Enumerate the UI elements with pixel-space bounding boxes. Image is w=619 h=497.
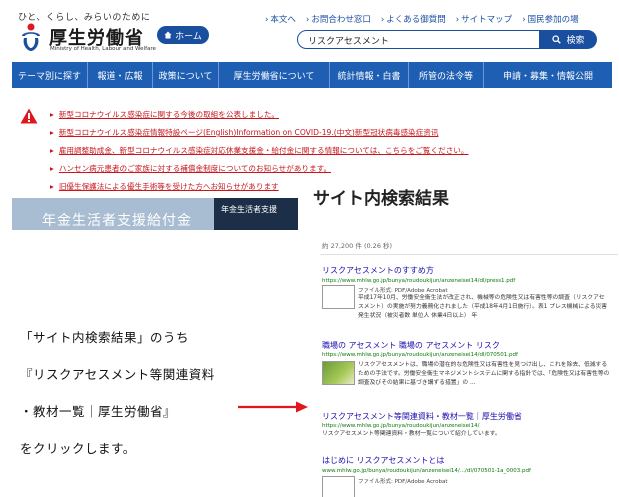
home-button-label: ホーム	[175, 31, 202, 42]
search-icon	[552, 35, 562, 44]
nav-item-laws[interactable]: 所管の法令等	[409, 62, 484, 88]
top-link-contact[interactable]: お問合わせ窓口	[306, 13, 371, 25]
top-link-faq[interactable]: よくある御質問	[381, 13, 446, 25]
nav-item-policy[interactable]: 政策について	[153, 62, 219, 88]
search-input[interactable]: リスクアセスメント	[297, 30, 540, 49]
result-thumbnail-1[interactable]	[322, 285, 355, 309]
nav-item-statistics[interactable]: 統計情報・白書	[330, 62, 409, 88]
pension-banner-side[interactable]: 年金生活者支援	[214, 198, 298, 230]
pension-banner-text: 年金生活者支援給付金	[42, 213, 192, 229]
notice-list: 新型コロナウイルス感染症に関する今後の取組を公表しました。 新型コロナウイルス感…	[50, 106, 469, 196]
result-thumbnail-4[interactable]	[322, 476, 355, 497]
result-filetype-1: ファイル形式: PDF/Adobe Acrobat	[358, 288, 448, 294]
divider	[320, 254, 618, 255]
warning-icon	[20, 108, 38, 124]
pension-banner-side-text: 年金生活者支援	[221, 205, 277, 214]
result-url-3: https://www.mhlw.go.jp/bunya/roudoukijun…	[322, 423, 480, 429]
result-url-4: www.mhlw.go.jp/bunya/roudoukijun/anzenei…	[322, 468, 531, 474]
pension-banner[interactable]: 年金生活者支援給付金	[12, 198, 214, 230]
ministry-logo-subtitle: Ministry of Health, Labour and Welfare	[50, 46, 156, 52]
nav-item-about[interactable]: 厚生労働省について	[219, 62, 330, 88]
result-snippet-3: リスクアセスメント等関連資料・教材一覧について紹介しています。	[322, 431, 501, 437]
result-snippet-2: リスクアセスメントは、職場の潜在的な危険性又は有害性を見つけ出し、これを除去、低…	[358, 362, 610, 386]
result-snippet-1: 平成17年10月、労働安全衛生法が改正され、機械等の危険性又は有害性等の調査（リ…	[358, 295, 608, 319]
search-button[interactable]: 検索	[540, 30, 597, 49]
notice-item-covid-info[interactable]: 新型コロナウイルス感染症情報特設ページ(English)Information …	[50, 124, 469, 142]
results-heading: サイト内検索結果	[313, 189, 449, 209]
ministry-logo-icon[interactable]	[18, 22, 44, 52]
red-arrow-icon	[238, 401, 308, 413]
result-url-2: https://www.mhlw.go.jp/bunya/roudoukijun…	[322, 352, 518, 358]
notice-item-covid-policy[interactable]: 新型コロナウイルス感染症に関する今後の取組を公表しました。	[50, 106, 469, 124]
home-button[interactable]: ホーム	[157, 26, 209, 44]
result-filetype-4: ファイル形式: PDF/Adobe Acrobat	[358, 479, 448, 485]
top-links: 本文へ お問合わせ窓口 よくある御質問 サイトマップ 国民参加の場	[265, 13, 579, 25]
top-link-sitemap[interactable]: サイトマップ	[456, 13, 512, 25]
annotation-line-2: 『リスクアセスメント等関連資料	[20, 367, 215, 382]
nav-item-themes[interactable]: テーマ別に探す	[12, 62, 88, 88]
notice-item-hansen[interactable]: ハンセン病元患者のご家族に対する補償金制度についてのお知らせがあります。	[50, 160, 469, 178]
annotation-line-1: 「サイト内検索結果」のうち	[20, 330, 190, 345]
annotation-line-4: をクリックします。	[20, 441, 136, 456]
result-link-4[interactable]: はじめに リスクアセスメントとは	[322, 455, 444, 466]
top-link-participation[interactable]: 国民参加の場	[522, 13, 579, 25]
home-icon	[164, 31, 172, 39]
annotation-line-3: ・教材一覧｜厚生労働省』	[20, 404, 177, 419]
nav-item-applications[interactable]: 申請・募集・情報公開	[484, 62, 612, 88]
result-link-3[interactable]: リスクアセスメント等関連資料・教材一覧｜厚生労働省	[322, 411, 522, 422]
global-nav: テーマ別に探す 報道・広報 政策について 厚生労働省について 統計情報・白書 所…	[12, 62, 612, 88]
result-link-1[interactable]: リスクアセスメントのすすめ方	[322, 265, 434, 276]
result-link-2[interactable]: 職場の アセスメント 職場の アセスメント リスク	[322, 340, 500, 351]
results-count: 約 27,200 件 (0.26 秒)	[322, 242, 393, 250]
top-link-skip[interactable]: 本文へ	[265, 13, 296, 25]
nav-item-press[interactable]: 報道・広報	[88, 62, 153, 88]
result-thumbnail-2[interactable]	[322, 361, 355, 385]
result-url-1: https://www.mhlw.go.jp/bunya/roudoukijun…	[322, 278, 516, 284]
notice-item-employment-subsidy[interactable]: 雇用調整助成金、新型コロナウイルス感染症対応休業支援金・給付金に関する情報につい…	[50, 142, 469, 160]
search-button-label: 検索	[566, 36, 585, 46]
